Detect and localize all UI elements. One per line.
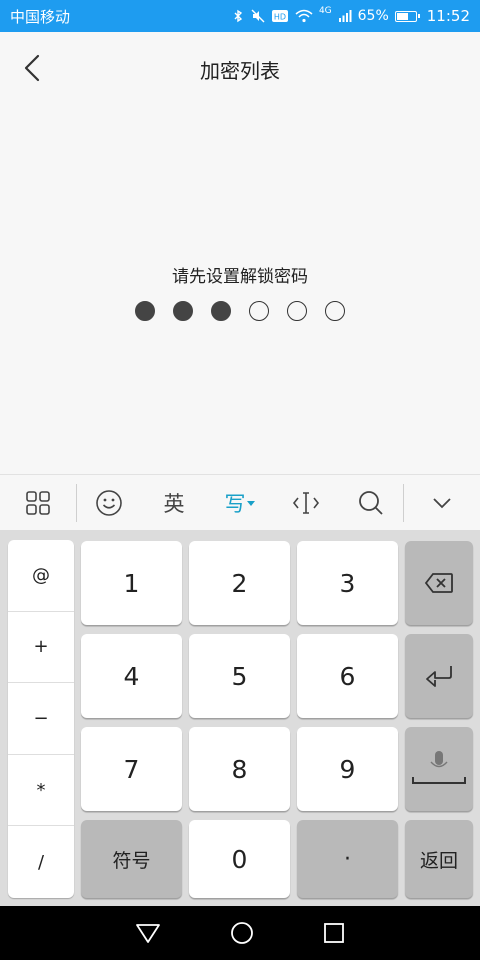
emoji-icon[interactable] bbox=[77, 475, 141, 531]
signal-icon bbox=[338, 10, 352, 22]
symbols-key[interactable]: 符号 bbox=[81, 820, 182, 898]
backspace-icon bbox=[424, 573, 453, 593]
symbol-key-plus[interactable]: + bbox=[8, 612, 74, 684]
symbol-column: @ + − * / bbox=[8, 540, 74, 898]
return-key[interactable]: 返回 bbox=[405, 820, 473, 898]
navigation-bar bbox=[0, 906, 480, 960]
microphone-icon bbox=[412, 751, 466, 784]
key-0[interactable]: 0 bbox=[189, 820, 290, 898]
symbol-key-slash[interactable]: / bbox=[8, 826, 74, 898]
carrier-name: 中国移动 bbox=[10, 7, 71, 26]
clock: 11:52 bbox=[426, 7, 470, 25]
collapse-keyboard-icon[interactable] bbox=[404, 475, 480, 531]
handwrite-label: 写 bbox=[224, 491, 246, 516]
battery-icon bbox=[394, 10, 420, 22]
back-arrow-icon[interactable] bbox=[18, 52, 50, 84]
key-3[interactable]: 3 bbox=[297, 541, 398, 625]
pin-dot-filled bbox=[135, 301, 155, 321]
enter-icon bbox=[426, 666, 452, 687]
mute-icon bbox=[251, 9, 265, 23]
header: 加密列表 bbox=[0, 32, 480, 106]
recents-square-icon[interactable] bbox=[323, 922, 345, 944]
page-title: 加密列表 bbox=[200, 58, 280, 83]
bluetooth-icon bbox=[234, 9, 243, 23]
enter-key[interactable] bbox=[405, 634, 473, 718]
pin-dot-empty bbox=[287, 301, 307, 321]
key-9[interactable]: 9 bbox=[297, 727, 398, 811]
key-5[interactable]: 5 bbox=[189, 634, 290, 718]
pin-dot-filled bbox=[211, 301, 231, 321]
symbol-key-asterisk[interactable]: * bbox=[8, 755, 74, 827]
backspace-key[interactable] bbox=[405, 541, 473, 625]
dot-key[interactable]: · bbox=[297, 820, 398, 898]
network-type: 4G bbox=[318, 6, 332, 16]
home-circle-icon[interactable] bbox=[230, 921, 254, 945]
grid-menu-icon[interactable] bbox=[0, 475, 76, 531]
english-mode-button[interactable]: 英 bbox=[141, 475, 207, 531]
voice-space-key[interactable] bbox=[405, 727, 473, 811]
symbol-key-at[interactable]: @ bbox=[8, 540, 74, 612]
hd-icon: HD bbox=[271, 10, 288, 22]
key-4[interactable]: 4 bbox=[81, 634, 182, 718]
status-bar: 中国移动 HD 4G 65% 11:52 bbox=[0, 0, 480, 32]
key-1[interactable]: 1 bbox=[81, 541, 182, 625]
search-icon[interactable] bbox=[339, 475, 403, 531]
lock-setup-panel: 请先设置解锁密码 bbox=[0, 106, 480, 474]
cursor-move-icon[interactable] bbox=[273, 475, 339, 531]
ime-toolbar: 英 写 bbox=[0, 474, 480, 530]
pin-indicator bbox=[0, 301, 480, 321]
key-6[interactable]: 6 bbox=[297, 634, 398, 718]
key-7[interactable]: 7 bbox=[81, 727, 182, 811]
battery-percent: 65% bbox=[357, 8, 389, 24]
wifi-icon bbox=[295, 9, 313, 23]
pin-dot-filled bbox=[173, 301, 193, 321]
lock-prompt: 请先设置解锁密码 bbox=[172, 267, 308, 287]
key-8[interactable]: 8 bbox=[189, 727, 290, 811]
back-triangle-icon[interactable] bbox=[135, 922, 161, 944]
status-icons: HD 4G 65% 11:52 bbox=[231, 6, 470, 25]
handwrite-mode-button[interactable]: 写 bbox=[207, 475, 273, 531]
numeric-keyboard: @ + − * / 1 2 3 4 5 6 7 8 9 符号 0 · 返回 bbox=[0, 530, 480, 906]
symbol-key-minus[interactable]: − bbox=[8, 683, 74, 755]
key-2[interactable]: 2 bbox=[189, 541, 290, 625]
pin-dot-empty bbox=[249, 301, 269, 321]
dropdown-caret-icon bbox=[246, 500, 255, 506]
pin-dot-empty bbox=[325, 301, 345, 321]
svg-text:HD: HD bbox=[274, 13, 286, 22]
